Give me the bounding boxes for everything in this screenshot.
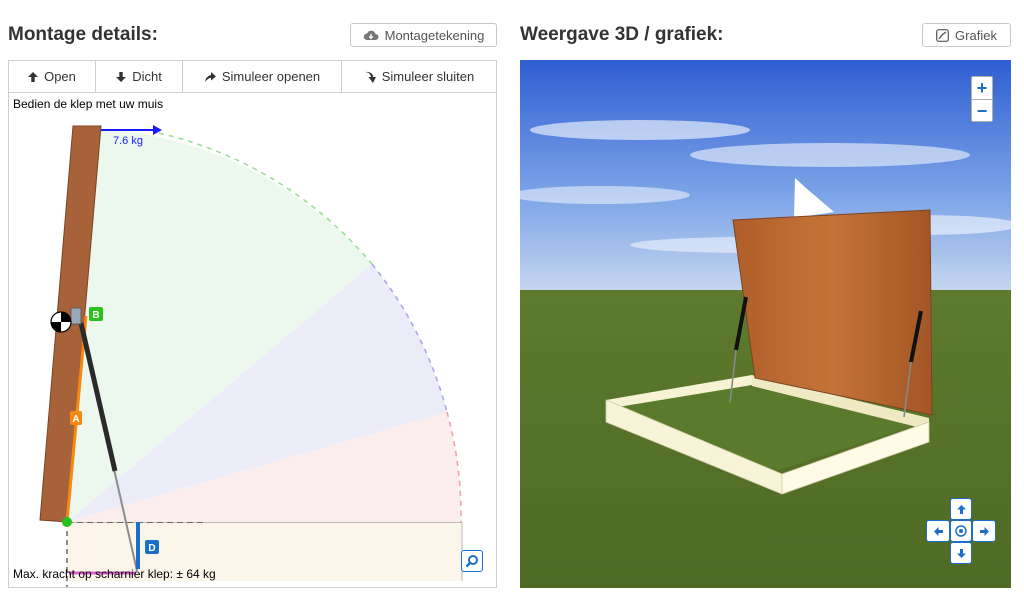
arrow-left-icon [933,526,943,536]
cloud-download-icon [363,30,379,40]
nav-up-button[interactable] [950,498,972,520]
navigation-pad [926,496,998,568]
magnifier-button[interactable] [461,550,483,572]
center-of-gravity-icon [50,311,72,333]
montagetekening-label: Montagetekening [384,27,485,43]
grafiek-button[interactable]: Grafiek [922,23,1011,47]
graph-icon [936,28,949,42]
zoom-out-button[interactable]: − [972,99,992,122]
arrow-down-icon [956,548,966,558]
nav-down-button[interactable] [950,542,972,564]
hinge-pivot [62,517,72,527]
cloud-2 [690,143,970,167]
weight-label: 7.6 kg [113,135,143,147]
zoom-control: + − [971,76,993,122]
arrow-up-icon [956,504,966,514]
nav-center-button[interactable] [950,520,972,542]
d-marker-label: D [148,543,155,554]
montage-panel: Open Dicht Simuleer openen Simuleer slui… [8,60,497,588]
zoom-in-button[interactable]: + [972,77,992,99]
magnifier-icon [465,555,478,568]
d-indicator-bar [136,522,140,569]
cloud-1 [530,120,750,140]
arrow-right-icon [979,526,989,536]
b-marker-label: B [92,310,99,321]
spring-bracket [70,307,82,325]
lid-diagram[interactable]: D A B 7.6 kg [9,61,496,587]
max-force-text: Max. kracht op scharnier klep: ± 64 kg [13,567,216,581]
nav-right-button[interactable] [972,520,996,542]
montagetekening-button[interactable]: Montagetekening [350,23,497,47]
grafiek-label: Grafiek [955,27,997,43]
a-marker-label: A [72,414,79,425]
weergave-title: Weergave 3D / grafiek: [520,24,724,45]
montage-details-title: Montage details: [8,24,158,45]
center-target-icon [955,525,967,537]
view-3d[interactable]: + − [520,60,1011,588]
nav-left-button[interactable] [926,520,950,542]
